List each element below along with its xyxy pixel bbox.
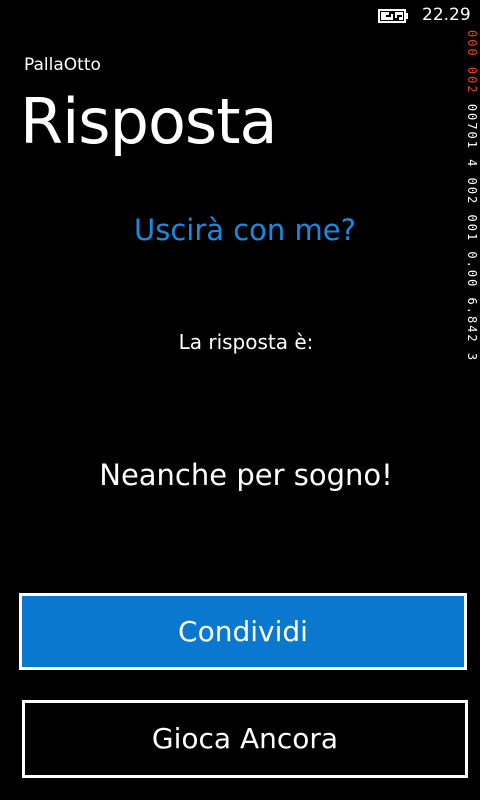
play-again-button[interactable]: Gioca Ancora bbox=[22, 700, 468, 778]
status-bar: 22.29 bbox=[0, 0, 480, 32]
debug-counter-white: 00701 4 002 001 0.00 6.842 3 bbox=[465, 103, 479, 363]
answer-label: La risposta è: bbox=[178, 330, 314, 354]
page-title: Risposta bbox=[20, 85, 277, 158]
battery-charging-icon bbox=[378, 9, 408, 23]
clock: 22.29 bbox=[422, 5, 471, 25]
debug-counters: 000 002 00701 4 002 001 0.00 6.842 3 bbox=[458, 30, 480, 400]
app-name: PallaOtto bbox=[24, 55, 101, 75]
share-button[interactable]: Condividi bbox=[19, 593, 467, 670]
debug-counter-red: 000 002 bbox=[465, 30, 479, 95]
question-text: Uscirà con me? bbox=[133, 213, 357, 247]
answer-text: Neanche per sogno! bbox=[99, 458, 393, 492]
